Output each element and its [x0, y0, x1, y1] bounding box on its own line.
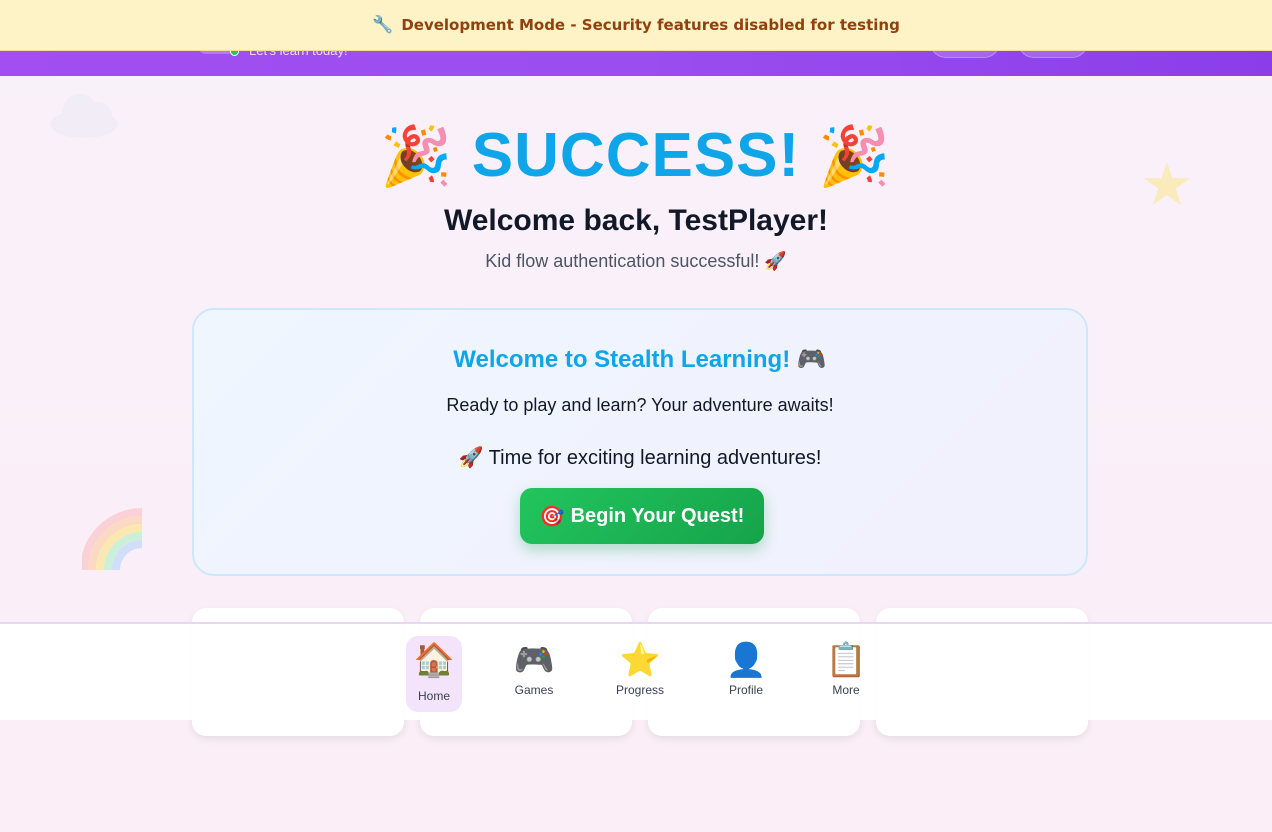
- rainbow-decoration: [82, 508, 143, 570]
- star-icon: ⭐: [619, 641, 661, 678]
- party-popper-icon: 🎉: [818, 124, 892, 189]
- card-text: Ready to play and learn? Your adventure …: [446, 395, 834, 415]
- nav-label: Profile: [728, 683, 763, 697]
- dev-mode-banner: 🔧 Development Mode - Security features d…: [0, 0, 1272, 51]
- game-controller-icon: 🎮: [513, 641, 555, 678]
- adventure-text: 🚀 Time for exciting learning adventures!: [458, 447, 822, 469]
- dev-mode-text: Development Mode - Security features dis…: [401, 16, 900, 34]
- welcome-heading: Welcome back, TestPlayer!: [443, 204, 829, 237]
- nav-label: Home: [417, 689, 450, 703]
- begin-quest-label: Begin Your Quest!: [570, 504, 745, 527]
- card-title-text: Welcome to Stealth Learning!: [453, 346, 791, 373]
- nav-label: More: [832, 683, 860, 697]
- wrench-icon: 🔧: [372, 15, 394, 35]
- begin-quest-button[interactable]: 🎯 Begin Your Quest!: [520, 488, 764, 544]
- nav-label: Progress: [615, 683, 665, 697]
- success-title: SUCCESS!: [471, 121, 801, 190]
- person-icon: 👤: [725, 641, 767, 678]
- clipboard-icon: 📋: [825, 641, 867, 678]
- nav-item-more[interactable]: 📋 More: [818, 636, 874, 712]
- nav-item-games[interactable]: 🎮 Games: [506, 636, 562, 712]
- nav-item-profile[interactable]: 👤 Profile: [718, 636, 774, 712]
- nav-label: Games: [514, 683, 554, 697]
- house-icon: 🏠: [413, 641, 455, 678]
- nav-item-progress[interactable]: ⭐ Progress: [612, 636, 668, 712]
- target-icon: 🎯: [539, 505, 565, 528]
- party-popper-icon: 🎉: [380, 124, 454, 189]
- success-heading: 🎉 SUCCESS! 🎉: [0, 120, 1272, 191]
- welcome-card: Welcome to Stealth Learning! 🎮 Ready to …: [192, 308, 1088, 576]
- nav-item-home[interactable]: 🏠 Home: [406, 636, 462, 712]
- bottom-nav: 🏠 Home 🎮 Games ⭐ Progress 👤 Profile 📋 Mo…: [0, 622, 1272, 720]
- card-title: Welcome to Stealth Learning! 🎮: [194, 345, 1086, 374]
- auth-message: Kid flow authentication successful! 🚀: [485, 251, 787, 271]
- game-controller-icon: 🎮: [796, 346, 827, 373]
